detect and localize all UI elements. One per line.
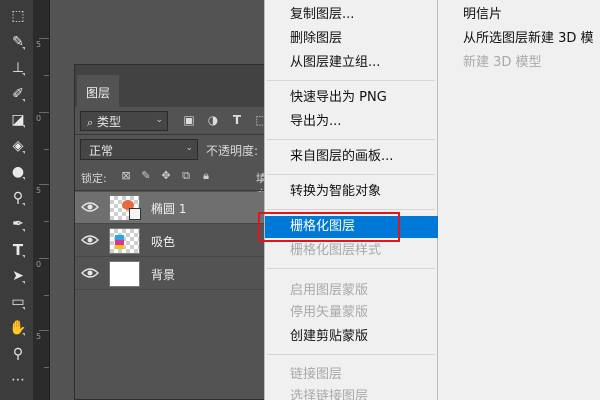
marquee-icon: ⬚ — [11, 8, 25, 24]
paint-bucket-tool[interactable]: ◈ — [8, 136, 28, 156]
lock-row: 锁定: ⊠ ✎ ✥ ⧉ 🔒︎ 填充: — [78, 167, 273, 201]
search-icon: ⌕ — [87, 116, 94, 129]
dodge-tool[interactable]: ⚲ — [8, 188, 28, 208]
vertical-ruler: 5 0 5 0 5 — [33, 0, 50, 400]
menu-separator — [267, 139, 435, 140]
menu-separator — [267, 209, 435, 210]
layer-thumbnail — [109, 195, 141, 221]
ruler-mark: 5 — [36, 40, 42, 49]
menu-item-new-3d-from-layer[interactable]: 从所选图层新建 3D 模 — [463, 28, 594, 50]
menu-item-disable-vector-mask[interactable]: 停用矢量蒙版 — [265, 302, 439, 324]
lock-position-icon[interactable]: ✥ — [159, 169, 173, 183]
rectangle-tool[interactable]: ▭ — [8, 292, 28, 312]
menu-item-export-as[interactable]: 导出为... — [265, 111, 439, 133]
lock-artboard-icon[interactable]: ⧉ — [179, 169, 193, 183]
layer-row[interactable]: 椭圆 1 — [75, 192, 275, 224]
visibility-eye-icon[interactable] — [81, 233, 99, 247]
menu-item-postcard[interactable]: 明信片 — [463, 4, 502, 26]
blend-row: 正常 ⌄ 不透明度: — [78, 139, 273, 161]
blend-mode-select[interactable]: 正常 ⌄ — [80, 139, 198, 160]
menu-item-duplicate-layer[interactable]: 复制图层... — [265, 4, 439, 26]
lock-all-icon[interactable]: 🔒︎ — [199, 169, 213, 183]
layer-name: 椭圆 1 — [151, 202, 187, 216]
menu-item-convert-smart-object[interactable]: 转换为智能对象 — [265, 181, 439, 203]
blur-tool[interactable]: ● — [8, 162, 28, 182]
lock-pixels-icon[interactable]: ✎ — [139, 169, 153, 183]
type-tool[interactable]: T — [8, 240, 28, 260]
stamp-tool[interactable]: ⊥ — [8, 58, 28, 78]
visibility-eye-icon[interactable] — [81, 200, 99, 214]
more-tools[interactable]: ⋯ — [8, 370, 28, 390]
filter-kind-select[interactable]: ⌕ 类型 ⌄ — [80, 111, 168, 131]
menu-item-delete-layer[interactable]: 删除图层 — [265, 28, 439, 50]
smart-object-badge-icon — [129, 208, 141, 220]
menu-item-link-layers[interactable]: 链接图层 — [265, 364, 439, 386]
layer-name: 背景 — [151, 268, 176, 282]
type-filter-icon[interactable]: T — [230, 113, 244, 127]
lock-transparency-icon[interactable]: ⊠ — [119, 169, 133, 183]
menu-item-enable-layer-mask[interactable]: 启用图层蒙版 — [265, 280, 439, 302]
menu-separator — [267, 268, 435, 269]
layer-row[interactable]: 背景 — [75, 258, 275, 290]
chevron-down-icon: ⌄ — [185, 143, 193, 153]
eraser-tool[interactable]: ◪ — [8, 110, 28, 130]
zoom-icon: ⚲ — [12, 346, 24, 362]
ruler-mark: 5 — [36, 186, 42, 195]
panel-header: 图层 — [75, 65, 275, 107]
marquee-tool[interactable]: ⬚ — [8, 6, 28, 26]
layers-panel: 图层 ⌕ 类型 ⌄ ▣ ◑ T ⬚ 正常 ⌄ 不透明度: 锁定: ⊠ ✎ ✥ ⧉… — [74, 64, 275, 400]
menu-item-rasterize-layer-style[interactable]: 栅格化图层样式 — [265, 240, 439, 262]
blend-mode-value: 正常 — [89, 144, 114, 158]
chevron-down-icon: ⌄ — [155, 115, 163, 125]
history-brush-tool[interactable]: ✐ — [8, 84, 28, 104]
tab-layers-label: 图层 — [86, 86, 111, 100]
layer-thumbnail — [109, 261, 140, 287]
menu-item-quick-export-png[interactable]: 快速导出为 PNG — [265, 87, 439, 109]
layer-thumbnail — [109, 228, 140, 254]
annotation-highlight-box — [258, 212, 400, 242]
menu-separator — [267, 80, 435, 81]
ruler-mark: 0 — [36, 114, 42, 123]
filter-row: ⌕ 类型 ⌄ ▣ ◑ T ⬚ — [78, 110, 273, 132]
tab-layers[interactable]: 图层 — [77, 75, 119, 107]
menu-item-create-clipping-mask[interactable]: 创建剪贴蒙版 — [265, 326, 439, 348]
menu-item-select-linked-layers[interactable]: 选择链接图层 — [265, 386, 439, 400]
ruler-mark: 5 — [36, 332, 42, 341]
lock-label: 锁定: — [81, 172, 107, 185]
visibility-eye-icon[interactable] — [81, 266, 99, 280]
menu-item-artboard-from-layers[interactable]: 来自图层的画板... — [265, 146, 439, 168]
opacity-label: 不透明度: — [206, 144, 259, 158]
menu-separator — [267, 354, 435, 355]
path-selection-tool[interactable]: ➤ — [8, 266, 28, 286]
menu-item-new-3d-model[interactable]: 新建 3D 模型 — [463, 52, 542, 74]
adjustment-filter-icon[interactable]: ◑ — [206, 113, 220, 127]
ruler-mark: 0 — [36, 260, 42, 269]
context-menu-right-column: 明信片 从所选图层新建 3D 模 新建 3D 模型 — [438, 0, 600, 400]
brush-tool[interactable]: ✎ — [8, 32, 28, 52]
zoom-tool[interactable]: ⚲ — [8, 344, 28, 364]
pen-tool[interactable]: ✒ — [8, 214, 28, 234]
hand-tool[interactable]: ✋ — [8, 318, 28, 338]
tools-panel: ⬚ ✎ ⊥ ✐ ◪ ◈ ● ⚲ ✒ T ➤ ▭ ✋ ⚲ ⋯ — [0, 0, 33, 400]
layer-row[interactable]: 吸色 — [75, 225, 275, 257]
layer-context-menu: 复制图层... 删除图层 从图层建立组... 快速导出为 PNG 导出为... … — [264, 0, 439, 400]
more-icon: ⋯ — [11, 372, 25, 388]
filter-kind-label: 类型 — [97, 115, 122, 129]
menu-item-group-from-layers[interactable]: 从图层建立组... — [265, 52, 439, 74]
layer-name: 吸色 — [151, 235, 176, 249]
menu-separator — [267, 174, 435, 175]
image-filter-icon[interactable]: ▣ — [182, 113, 196, 127]
